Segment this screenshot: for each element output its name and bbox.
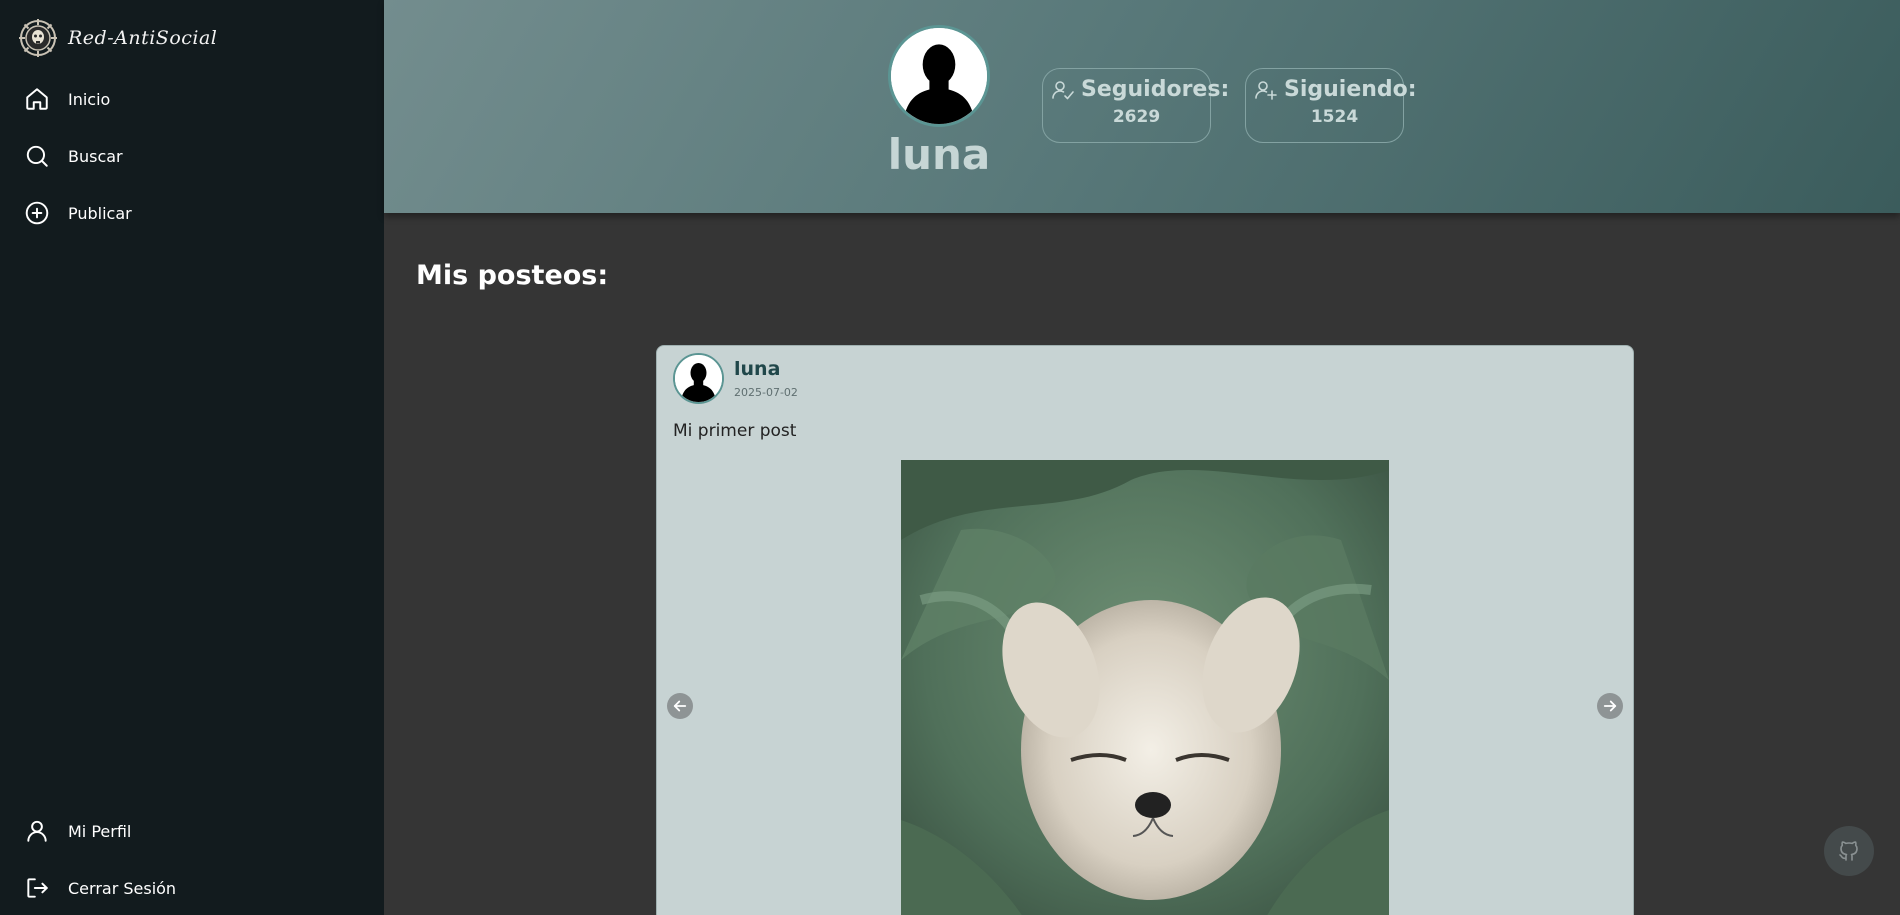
following-stat[interactable]: Siguiendo: 1524 — [1245, 68, 1417, 143]
post-image[interactable] — [901, 460, 1389, 915]
sidebar-item-label: Cerrar Sesión — [68, 878, 177, 898]
brand[interactable]: Red-AntiSocial — [18, 18, 217, 58]
github-button[interactable] — [1824, 826, 1874, 876]
avatar-silhouette-icon — [675, 355, 722, 402]
sidebar-item-inicio[interactable]: Inicio — [24, 86, 110, 112]
github-icon — [1839, 841, 1858, 861]
post-author[interactable]: luna — [734, 358, 780, 380]
home-icon — [26, 88, 48, 110]
following-label: Siguiendo: — [1284, 77, 1417, 102]
sidebar-item-label: Inicio — [68, 89, 111, 109]
user-check-icon — [1052, 80, 1074, 99]
carousel-prev-button[interactable] — [667, 693, 693, 719]
plus-circle-icon — [25, 201, 49, 225]
sidebar-item-cerrar-sesion[interactable]: Cerrar Sesión — [24, 875, 176, 901]
post-card: luna 2025-07-02 Mi primer post — [656, 345, 1634, 915]
followers-stat[interactable]: Seguidores: 2629 — [1042, 68, 1229, 143]
post-author-avatar[interactable] — [673, 353, 724, 404]
arrow-left-icon — [673, 700, 687, 712]
sidebar-item-label: Publicar — [68, 203, 132, 223]
profile-username: luna — [887, 130, 991, 179]
profile-avatar[interactable] — [888, 25, 990, 127]
sidebar-item-buscar[interactable]: Buscar — [24, 143, 123, 169]
section-title: Mis posteos: — [416, 260, 609, 291]
logout-icon — [27, 878, 48, 898]
brand-logo-icon — [19, 19, 57, 57]
following-count: 1524 — [1310, 107, 1359, 127]
profile-header: luna Seguidores: 2629 Siguiendo: 1524 — [384, 0, 1900, 213]
followers-count: 2629 — [1112, 107, 1161, 127]
post-date: 2025-07-02 — [734, 386, 798, 399]
sidebar-item-mi-perfil[interactable]: Mi Perfil — [24, 818, 131, 844]
carousel-next-button[interactable] — [1597, 693, 1623, 719]
user-icon — [27, 820, 47, 842]
sidebar-item-publicar[interactable]: Publicar — [24, 200, 132, 226]
user-plus-icon — [1255, 80, 1277, 100]
puppy-photo — [901, 460, 1389, 915]
sidebar-item-label: Mi Perfil — [68, 821, 132, 841]
brand-name: Red-AntiSocial — [68, 27, 218, 49]
sidebar-item-label: Buscar — [68, 146, 123, 166]
post-text: Mi primer post — [673, 421, 797, 441]
followers-label: Seguidores: — [1081, 77, 1230, 102]
search-icon — [26, 145, 48, 167]
sidebar: Red-AntiSocial Inicio Buscar Publicar Mi… — [0, 0, 384, 915]
avatar-silhouette-icon — [891, 28, 987, 124]
arrow-right-icon — [1603, 700, 1617, 712]
